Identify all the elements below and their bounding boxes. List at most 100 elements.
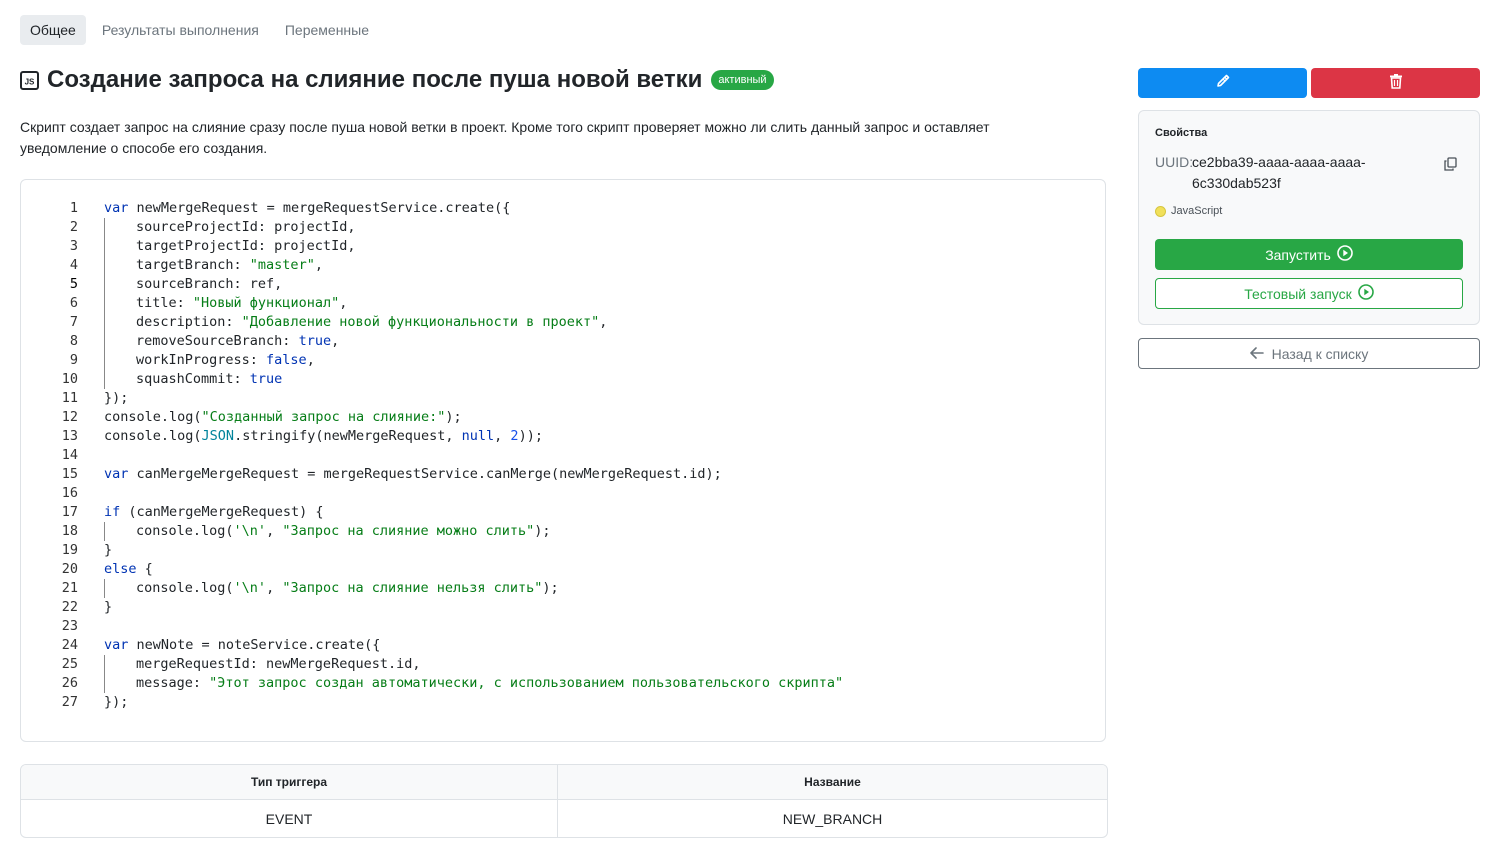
table-row: EVENT NEW_BRANCH [21,800,1107,837]
line-number: 3 [69,238,78,254]
language-indicator: JavaScript [1155,205,1222,217]
page-header: JS Создание запроса на слияние после пуш… [20,66,774,94]
line-number: 19 [61,542,78,558]
indent-guide [104,351,136,370]
code-token: null [461,428,495,444]
code-line: 25 mergeRequestId: newMergeRequest.id, [21,655,1105,674]
uuid-label: UUID: [1155,154,1194,170]
code-line: 23 [21,617,1105,636]
action-buttons [1138,68,1480,98]
code-line: 13 console.log(JSON.stringify(newMergeReq… [21,427,1105,446]
code-line: 17 if (canMergeMergeRequest) { [21,503,1105,522]
code-token: , [599,314,608,330]
js-file-icon: JS [20,70,39,90]
code-token: "master" [249,257,315,273]
code-token: "Добавление новой функциональности в про… [241,314,600,330]
triggers-table: Тип триггера Название EVENT NEW_BRANCH [20,764,1108,838]
code-token: workInProgress: [136,352,267,368]
indent-guide [104,579,136,598]
code-token: }); [104,390,129,406]
play-circle-icon [1336,245,1353,264]
code-token: targetProjectId: projectId, [136,238,356,254]
line-number: 12 [61,409,78,425]
code-line: 15 var canMergeMergeRequest = mergeReques… [21,465,1105,484]
code-text: sourceBranch: ref, [104,275,282,294]
code-token: false [266,352,307,368]
code-line: 20 else { [21,560,1105,579]
code-viewer[interactable]: 1 var newMergeRequest = mergeRequestServi… [20,179,1106,742]
code-token: true [249,371,283,387]
test-run-button-label: Тестовый запуск [1244,285,1352,302]
code-text: var newMergeRequest = mergeRequestServic… [104,199,510,218]
trigger-name-cell: NEW_BRANCH [782,810,883,827]
code-text: description: "Добавление новой функциона… [104,313,607,332]
line-number: 23 [61,618,78,634]
code-text: var newNote = noteService.create({ [104,636,380,655]
code-text: squashCommit: true [104,370,282,389]
line-number: 26 [61,675,78,691]
line-number: 4 [69,257,78,273]
delete-button[interactable] [1311,68,1480,98]
code-token: removeSourceBranch: [136,333,299,349]
tab-variables[interactable]: Переменные [275,15,379,45]
code-token: (canMergeMergeRequest) { [128,504,324,520]
code-token: if [104,504,121,520]
arrow-left-icon [1249,346,1264,362]
edit-button[interactable] [1138,68,1307,98]
code-text: mergeRequestId: newMergeRequest.id, [104,655,420,674]
indent-guide [104,218,136,237]
code-token: } [104,542,113,558]
code-token: "Этот запрос создан автоматически, с исп… [209,675,844,691]
indent-guide [104,370,136,389]
tab-results[interactable]: Результаты выполнения [92,15,269,45]
run-button-label: Запустить [1265,246,1331,263]
line-number: 16 [61,485,78,501]
code-token: } [104,599,113,615]
tab-general[interactable]: Общее [20,15,86,45]
line-number: 1 [69,200,78,216]
line-number: 18 [61,523,78,539]
line-number: 15 [61,466,78,482]
code-token: mergeRequestId: newMergeRequest.id, [136,656,421,672]
code-token: , [314,257,323,273]
code-token: var [104,200,129,216]
code-token: description: [136,314,242,330]
run-button[interactable]: Запустить [1155,239,1463,270]
code-line: 7 description: "Добавление новой функцион… [21,313,1105,332]
code-text: } [104,598,112,617]
code-text: sourceProjectId: projectId, [104,218,355,237]
code-token: console.log( [104,428,202,444]
code-text: workInProgress: false, [104,351,315,370]
language-color-dot [1155,205,1166,217]
column-header-trigger-type: Тип триггера [21,765,558,800]
code-text: targetProjectId: projectId, [104,237,355,256]
code-token: , [306,352,315,368]
page-title: Создание запроса на слияние после пуша н… [47,66,703,93]
code-line: 18 console.log('\n', "Запрос на слияние м… [21,522,1105,541]
code-token: canMergeMergeRequest = mergeRequestServi… [136,466,722,482]
code-text: title: "Новый функционал", [104,294,347,313]
code-token: ); [534,523,551,539]
code-token: '\n' [233,580,267,596]
code-line: 10 squashCommit: true [21,370,1105,389]
code-token: sourceProjectId: projectId, [136,219,356,235]
code-token: else [104,561,137,577]
play-circle-icon [1357,284,1374,303]
code-token: var [104,637,129,653]
copy-icon[interactable] [1444,157,1457,176]
code-text: console.log(JSON.stringify(newMergeReque… [104,427,543,446]
code-text: console.log('\n', "Запрос на слияние мож… [104,522,551,541]
test-run-button[interactable]: Тестовый запуск [1155,278,1463,309]
line-number: 27 [61,694,78,710]
back-to-list-button[interactable]: Назад к списку [1138,338,1480,369]
properties-panel: Свойства UUID: ce2bba39-aaaa-aaaa-aaaa-6… [1138,110,1480,325]
line-number: 5 [69,276,78,292]
code-token: , [494,428,511,444]
code-line: 4 targetBranch: "master", [21,256,1105,275]
indent-guide [104,256,136,275]
code-text: }); [104,389,128,408]
code-text: var canMergeMergeRequest = mergeRequestS… [104,465,722,484]
indent-guide [104,313,136,332]
properties-title: Свойства [1155,127,1208,139]
code-text: } [104,541,112,560]
